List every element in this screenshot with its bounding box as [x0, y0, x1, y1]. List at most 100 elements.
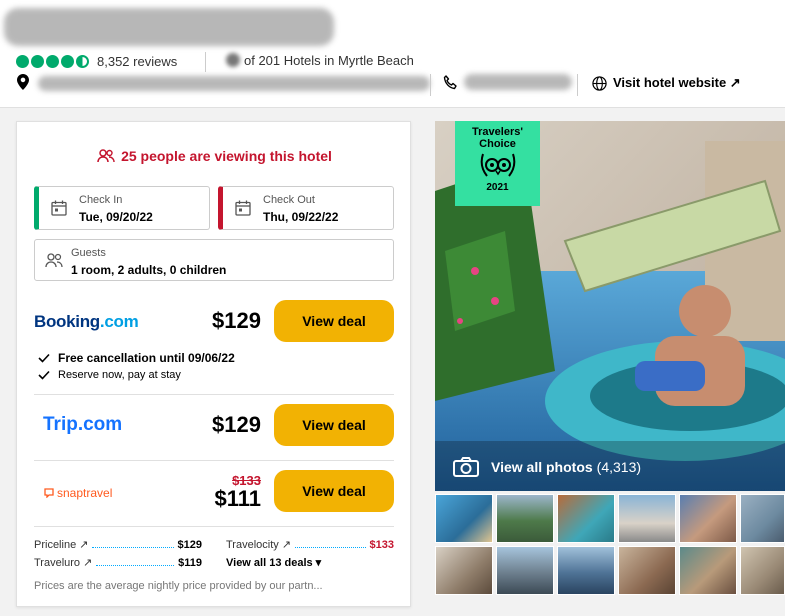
photo-thumbnail[interactable]	[679, 546, 737, 595]
viewing-text: 25 people are viewing this hotel	[121, 148, 332, 164]
phone-redacted	[464, 74, 572, 90]
badge-line2: Choice	[479, 138, 516, 150]
deal-row-travelocity[interactable]: Travelocity ↗ $133	[226, 538, 394, 552]
view-deal-button[interactable]: View deal	[274, 470, 394, 512]
ranking-text[interactable]: of 201 Hotels in Myrtle Beach	[244, 53, 414, 68]
perk-text: Reserve now, pay at stay	[58, 369, 181, 381]
guests-picker[interactable]: Guests 1 room, 2 adults, 0 children	[34, 239, 394, 281]
hotel-title-redacted	[4, 8, 334, 46]
dotted-leader	[92, 547, 174, 548]
rating-bubble-icon	[61, 54, 74, 68]
rating-bubble-icon	[46, 54, 59, 68]
booking-logo-text: Booking.com	[34, 312, 139, 331]
photo-count: (4,313)	[596, 459, 642, 475]
deal-row-priceline[interactable]: Priceline ↗ $129	[34, 538, 202, 552]
offer-snaptravel: snaptravel $133 $111 View deal	[34, 470, 394, 516]
check-in-label: Check In	[79, 194, 123, 206]
booking-logo[interactable]: Booking.com	[34, 312, 139, 332]
deal-provider-name: Travelocity ↗	[226, 539, 292, 551]
check-out-label: Check Out	[263, 194, 315, 206]
check-icon	[38, 353, 50, 363]
divider	[430, 74, 431, 96]
photo-thumbnail[interactable]	[496, 546, 554, 595]
offer-trip: Trip.com $129 View deal	[34, 404, 394, 448]
badge-year: 2021	[486, 182, 509, 193]
snaptravel-mark-icon	[44, 488, 54, 498]
photo-thumbnail[interactable]	[496, 494, 554, 543]
photo-thumbnail[interactable]	[740, 494, 785, 543]
view-photos-label: View all photos	[491, 459, 593, 475]
photo-thumbnail[interactable]	[618, 546, 676, 595]
people-icon	[97, 149, 115, 163]
view-deal-button[interactable]: View deal	[274, 404, 394, 446]
divider	[34, 394, 394, 395]
check-in-value: Tue, 09/20/22	[79, 210, 153, 224]
view-deal-button[interactable]: View deal	[274, 300, 394, 342]
deal-provider-price: $119	[178, 556, 202, 569]
photo-thumbnail[interactable]	[679, 494, 737, 543]
divider	[34, 526, 394, 527]
divider	[34, 460, 394, 461]
view-all-photos-button[interactable]: View all photos (4,313)	[453, 457, 641, 477]
snaptravel-logo-text: snaptravel	[57, 486, 113, 500]
check-out-picker[interactable]: Check Out Thu, 09/22/22	[218, 186, 394, 230]
photo-thumbnails	[435, 494, 785, 596]
camera-icon	[453, 457, 479, 477]
snaptravel-logo[interactable]: snaptravel	[44, 486, 112, 500]
perk-text: Free cancellation until 09/06/22	[58, 351, 235, 365]
dotted-leader	[96, 565, 175, 566]
photo-thumbnail[interactable]	[557, 494, 615, 543]
booking-logo-suffix: .com	[99, 312, 139, 331]
deal-provider-price: $133	[369, 538, 394, 551]
photo-thumbnail[interactable]	[435, 546, 493, 595]
globe-icon	[592, 75, 607, 91]
deal-card: 25 people are viewing this hotel Check I…	[16, 121, 411, 607]
view-all-deals-button[interactable]: View all 13 deals ▾	[226, 556, 321, 569]
rating-row[interactable]: 8,352 reviews	[16, 52, 177, 70]
calendar-icon	[51, 200, 67, 216]
photo-thumbnail[interactable]	[740, 546, 785, 595]
offer-booking: Booking.com $129 View deal Free cancella…	[34, 300, 394, 392]
visit-website-label: Visit hotel website ↗	[613, 75, 741, 90]
calendar-icon	[235, 200, 251, 216]
guests-icon	[45, 252, 63, 268]
divider	[577, 74, 578, 96]
rank-number-redacted	[226, 53, 240, 67]
review-count-link[interactable]: 8,352 reviews	[97, 54, 177, 69]
deal-row-traveluro[interactable]: Traveluro ↗ $119	[34, 556, 202, 570]
rating-half-bubble-icon	[76, 54, 89, 68]
phone-icon	[443, 75, 458, 90]
divider	[205, 52, 206, 72]
photo-thumbnail[interactable]	[435, 494, 493, 543]
guests-label: Guests	[71, 247, 106, 259]
offer-price: $129	[212, 308, 261, 333]
pay-at-stay-perk: Reserve now, pay at stay	[38, 369, 181, 381]
hotel-header: 8,352 reviews of 201 Hotels in Myrtle Be…	[0, 0, 785, 108]
badge-line1: Travelers'	[472, 126, 523, 138]
travelers-choice-badge: Travelers' Choice 2021	[455, 121, 540, 206]
trip-logo[interactable]: Trip.com	[43, 414, 122, 436]
rating-bubble-icon	[16, 54, 29, 68]
map-pin-icon	[16, 74, 30, 90]
photo-thumbnail[interactable]	[557, 546, 615, 595]
deal-provider-name: Traveluro ↗	[34, 557, 93, 569]
main-photo[interactable]: Travelers' Choice 2021 View all photos (…	[435, 121, 785, 491]
address-row[interactable]	[16, 74, 430, 94]
price-disclaimer: Prices are the average nightly price pro…	[34, 580, 323, 592]
viewing-notice: 25 people are viewing this hotel	[17, 148, 412, 164]
owl-laurel-icon	[477, 150, 519, 180]
deal-provider-name: Priceline ↗	[34, 539, 89, 551]
visit-website-link[interactable]: Visit hotel website ↗	[592, 75, 741, 91]
check-icon	[38, 370, 50, 380]
free-cancellation-perk: Free cancellation until 09/06/22	[38, 351, 235, 365]
offer-price: $129	[212, 412, 261, 437]
photo-thumbnail[interactable]	[618, 494, 676, 543]
address-redacted	[38, 76, 430, 91]
check-in-picker[interactable]: Check In Tue, 09/20/22	[34, 186, 210, 230]
rating-bubble-icon	[31, 54, 44, 68]
dotted-leader	[295, 547, 366, 548]
deal-provider-price: $129	[177, 538, 202, 551]
guests-value: 1 room, 2 adults, 0 children	[71, 263, 227, 277]
offer-price: $111	[214, 486, 261, 511]
check-out-value: Thu, 09/22/22	[263, 210, 339, 224]
